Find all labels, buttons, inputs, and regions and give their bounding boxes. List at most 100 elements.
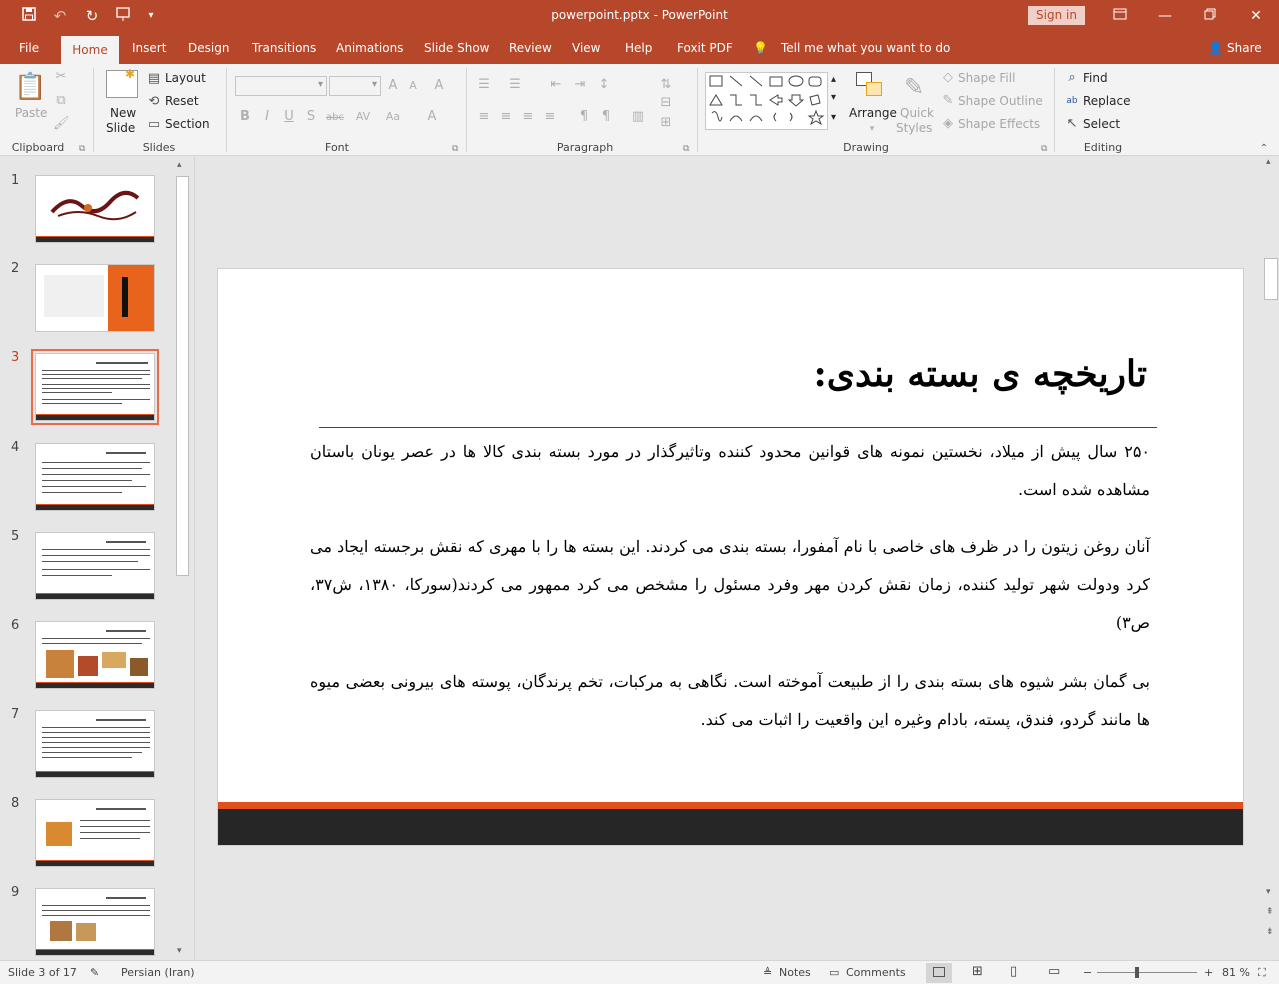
shape-effects-button[interactable]: Shape Effects: [958, 117, 1040, 131]
shadow-icon[interactable]: S: [304, 110, 318, 124]
slide-thumbnail-4[interactable]: [35, 443, 155, 511]
shapes-gallery-more-icon[interactable]: ▴ ▾ ▾: [827, 72, 845, 130]
format-painter-icon[interactable]: 🖌: [53, 117, 70, 131]
restore-icon[interactable]: [1190, 4, 1230, 28]
close-icon[interactable]: ✕: [1236, 4, 1276, 28]
tab-help[interactable]: Help: [625, 41, 652, 55]
shape-outline-button[interactable]: Shape Outline: [958, 94, 1043, 108]
zoom-slider-thumb[interactable]: [1135, 967, 1139, 978]
scroll-down-icon[interactable]: ▾: [177, 946, 182, 956]
zoom-level[interactable]: 81 %: [1222, 966, 1250, 979]
tab-foxit-pdf[interactable]: Foxit PDF: [677, 41, 733, 55]
text-direction-icon[interactable]: ⇅: [658, 78, 674, 92]
smartart-icon[interactable]: ⊞: [658, 116, 674, 130]
align-right-icon[interactable]: ≡: [520, 110, 536, 124]
shapes-gallery[interactable]: [705, 72, 845, 130]
slide-sorter-icon[interactable]: ⊞: [972, 964, 983, 979]
underline-icon[interactable]: U: [282, 110, 296, 124]
language-indicator[interactable]: Persian (Iran): [121, 966, 195, 979]
bullets-icon[interactable]: ☰: [476, 78, 492, 92]
tab-transitions[interactable]: Transitions: [252, 41, 316, 55]
font-launcher-icon[interactable]: ⧉: [452, 142, 458, 156]
slide-thumbnail-3[interactable]: [31, 349, 159, 425]
tab-view[interactable]: View: [572, 41, 600, 55]
tab-insert[interactable]: Insert: [132, 41, 166, 55]
character-spacing-icon[interactable]: AV: [352, 110, 374, 124]
line-spacing-icon[interactable]: ↕: [596, 78, 612, 92]
align-text-icon[interactable]: ⊟: [658, 96, 674, 110]
tell-me-search[interactable]: Tell me what you want to do: [781, 41, 950, 55]
tab-animations[interactable]: Animations: [336, 41, 403, 55]
slide-paragraph-1[interactable]: ۲۵۰ سال پیش از میلاد، نخستین نمونه های ق…: [310, 433, 1150, 509]
paste-button[interactable]: Paste: [15, 106, 47, 120]
font-size-combo[interactable]: ▾: [329, 76, 381, 96]
clipboard-launcher-icon[interactable]: ⧉: [79, 142, 85, 156]
change-case-icon[interactable]: Aa: [382, 110, 404, 124]
slide-paragraph-2[interactable]: آنان روغن زیتون را در ظرف های خاصی با نا…: [310, 528, 1150, 642]
find-button[interactable]: Find: [1083, 71, 1108, 85]
shape-fill-button[interactable]: Shape Fill: [958, 71, 1015, 85]
slide-thumbnail-5[interactable]: [35, 532, 155, 600]
columns-icon[interactable]: ▥: [630, 110, 646, 124]
slide-show-icon[interactable]: ▭: [1048, 964, 1060, 979]
slide-thumbnail-9[interactable]: [35, 888, 155, 956]
cut-icon[interactable]: ✂: [53, 70, 69, 84]
zoom-slider[interactable]: [1097, 972, 1197, 973]
new-slide-icon[interactable]: ✱: [106, 67, 138, 98]
numbering-icon[interactable]: ☰: [507, 78, 523, 92]
align-center-icon[interactable]: ≡: [498, 110, 514, 124]
reading-view-icon[interactable]: ▯: [1010, 964, 1017, 979]
notes-button[interactable]: Notes: [779, 966, 811, 979]
slide-thumbnail-8[interactable]: [35, 799, 155, 867]
zoom-out-icon[interactable]: −: [1083, 966, 1092, 979]
slide-thumbnail-7[interactable]: [35, 710, 155, 778]
scroll-up-icon[interactable]: ▴: [1266, 157, 1271, 167]
arrange-button[interactable]: Arrange: [849, 106, 897, 120]
ribbon-display-options-icon[interactable]: [1100, 4, 1140, 28]
strikethrough-icon[interactable]: abc: [324, 111, 346, 125]
reset-button[interactable]: Reset: [165, 94, 199, 108]
new-slide-label-2[interactable]: Slide: [106, 121, 135, 135]
tab-slide-show[interactable]: Slide Show: [424, 41, 489, 55]
slide-scrollbar-thumb[interactable]: [1264, 258, 1278, 300]
tab-design[interactable]: Design: [188, 41, 229, 55]
slide-paragraph-3[interactable]: بی گمان بشر شیوه های بسته بندی را از طبی…: [310, 663, 1150, 739]
current-slide[interactable]: تاریخچه ی بسته بندی: ۲۵۰ سال پیش از میلا…: [217, 268, 1244, 846]
paste-icon[interactable]: 📋: [14, 72, 46, 102]
clear-formatting-icon[interactable]: A: [432, 79, 446, 93]
select-button[interactable]: Select: [1083, 117, 1120, 131]
slide-thumbnail-1[interactable]: [35, 175, 155, 243]
fit-to-window-icon[interactable]: ⛶: [1258, 966, 1266, 980]
thumbnails-scrollbar-thumb[interactable]: [176, 176, 189, 576]
paragraph-launcher-icon[interactable]: ⧉: [683, 142, 689, 156]
decrease-font-icon[interactable]: A: [406, 79, 420, 93]
section-button[interactable]: Section: [165, 117, 210, 131]
increase-font-icon[interactable]: A: [386, 79, 400, 93]
next-slide-icon[interactable]: ⇟: [1266, 927, 1274, 937]
slide-thumbnail-6[interactable]: [35, 621, 155, 689]
slide-thumbnail-2[interactable]: [35, 264, 155, 332]
share-button[interactable]: Share: [1227, 41, 1262, 55]
tab-home[interactable]: Home: [61, 36, 119, 64]
drawing-launcher-icon[interactable]: ⧉: [1041, 142, 1047, 156]
justify-icon[interactable]: ≡: [542, 110, 558, 124]
minimize-icon[interactable]: —: [1145, 4, 1185, 28]
previous-slide-icon[interactable]: ⇞: [1266, 907, 1274, 917]
copy-icon[interactable]: ⧉: [53, 94, 69, 108]
align-left-icon[interactable]: ≡: [476, 110, 492, 124]
spelling-check-icon[interactable]: ✎: [90, 966, 99, 979]
quick-styles-label-1[interactable]: Quick: [900, 106, 934, 120]
collapse-ribbon-icon[interactable]: ⌃: [1258, 142, 1270, 156]
slide-title[interactable]: تاریخچه ی بسته بندی:: [347, 353, 1148, 395]
tab-file[interactable]: File: [19, 41, 39, 55]
arrange-icon[interactable]: [856, 72, 884, 100]
ltr-icon[interactable]: ¶: [598, 110, 614, 124]
layout-button[interactable]: Layout: [165, 71, 206, 85]
tab-review[interactable]: Review: [509, 41, 552, 55]
bold-icon[interactable]: B: [238, 110, 252, 124]
normal-view-icon[interactable]: [926, 963, 952, 983]
scroll-up-icon[interactable]: ▴: [177, 160, 182, 170]
quick-styles-icon[interactable]: ✎: [899, 72, 929, 102]
decrease-indent-icon[interactable]: ⇤: [548, 78, 564, 92]
replace-button[interactable]: Replace: [1083, 94, 1130, 108]
